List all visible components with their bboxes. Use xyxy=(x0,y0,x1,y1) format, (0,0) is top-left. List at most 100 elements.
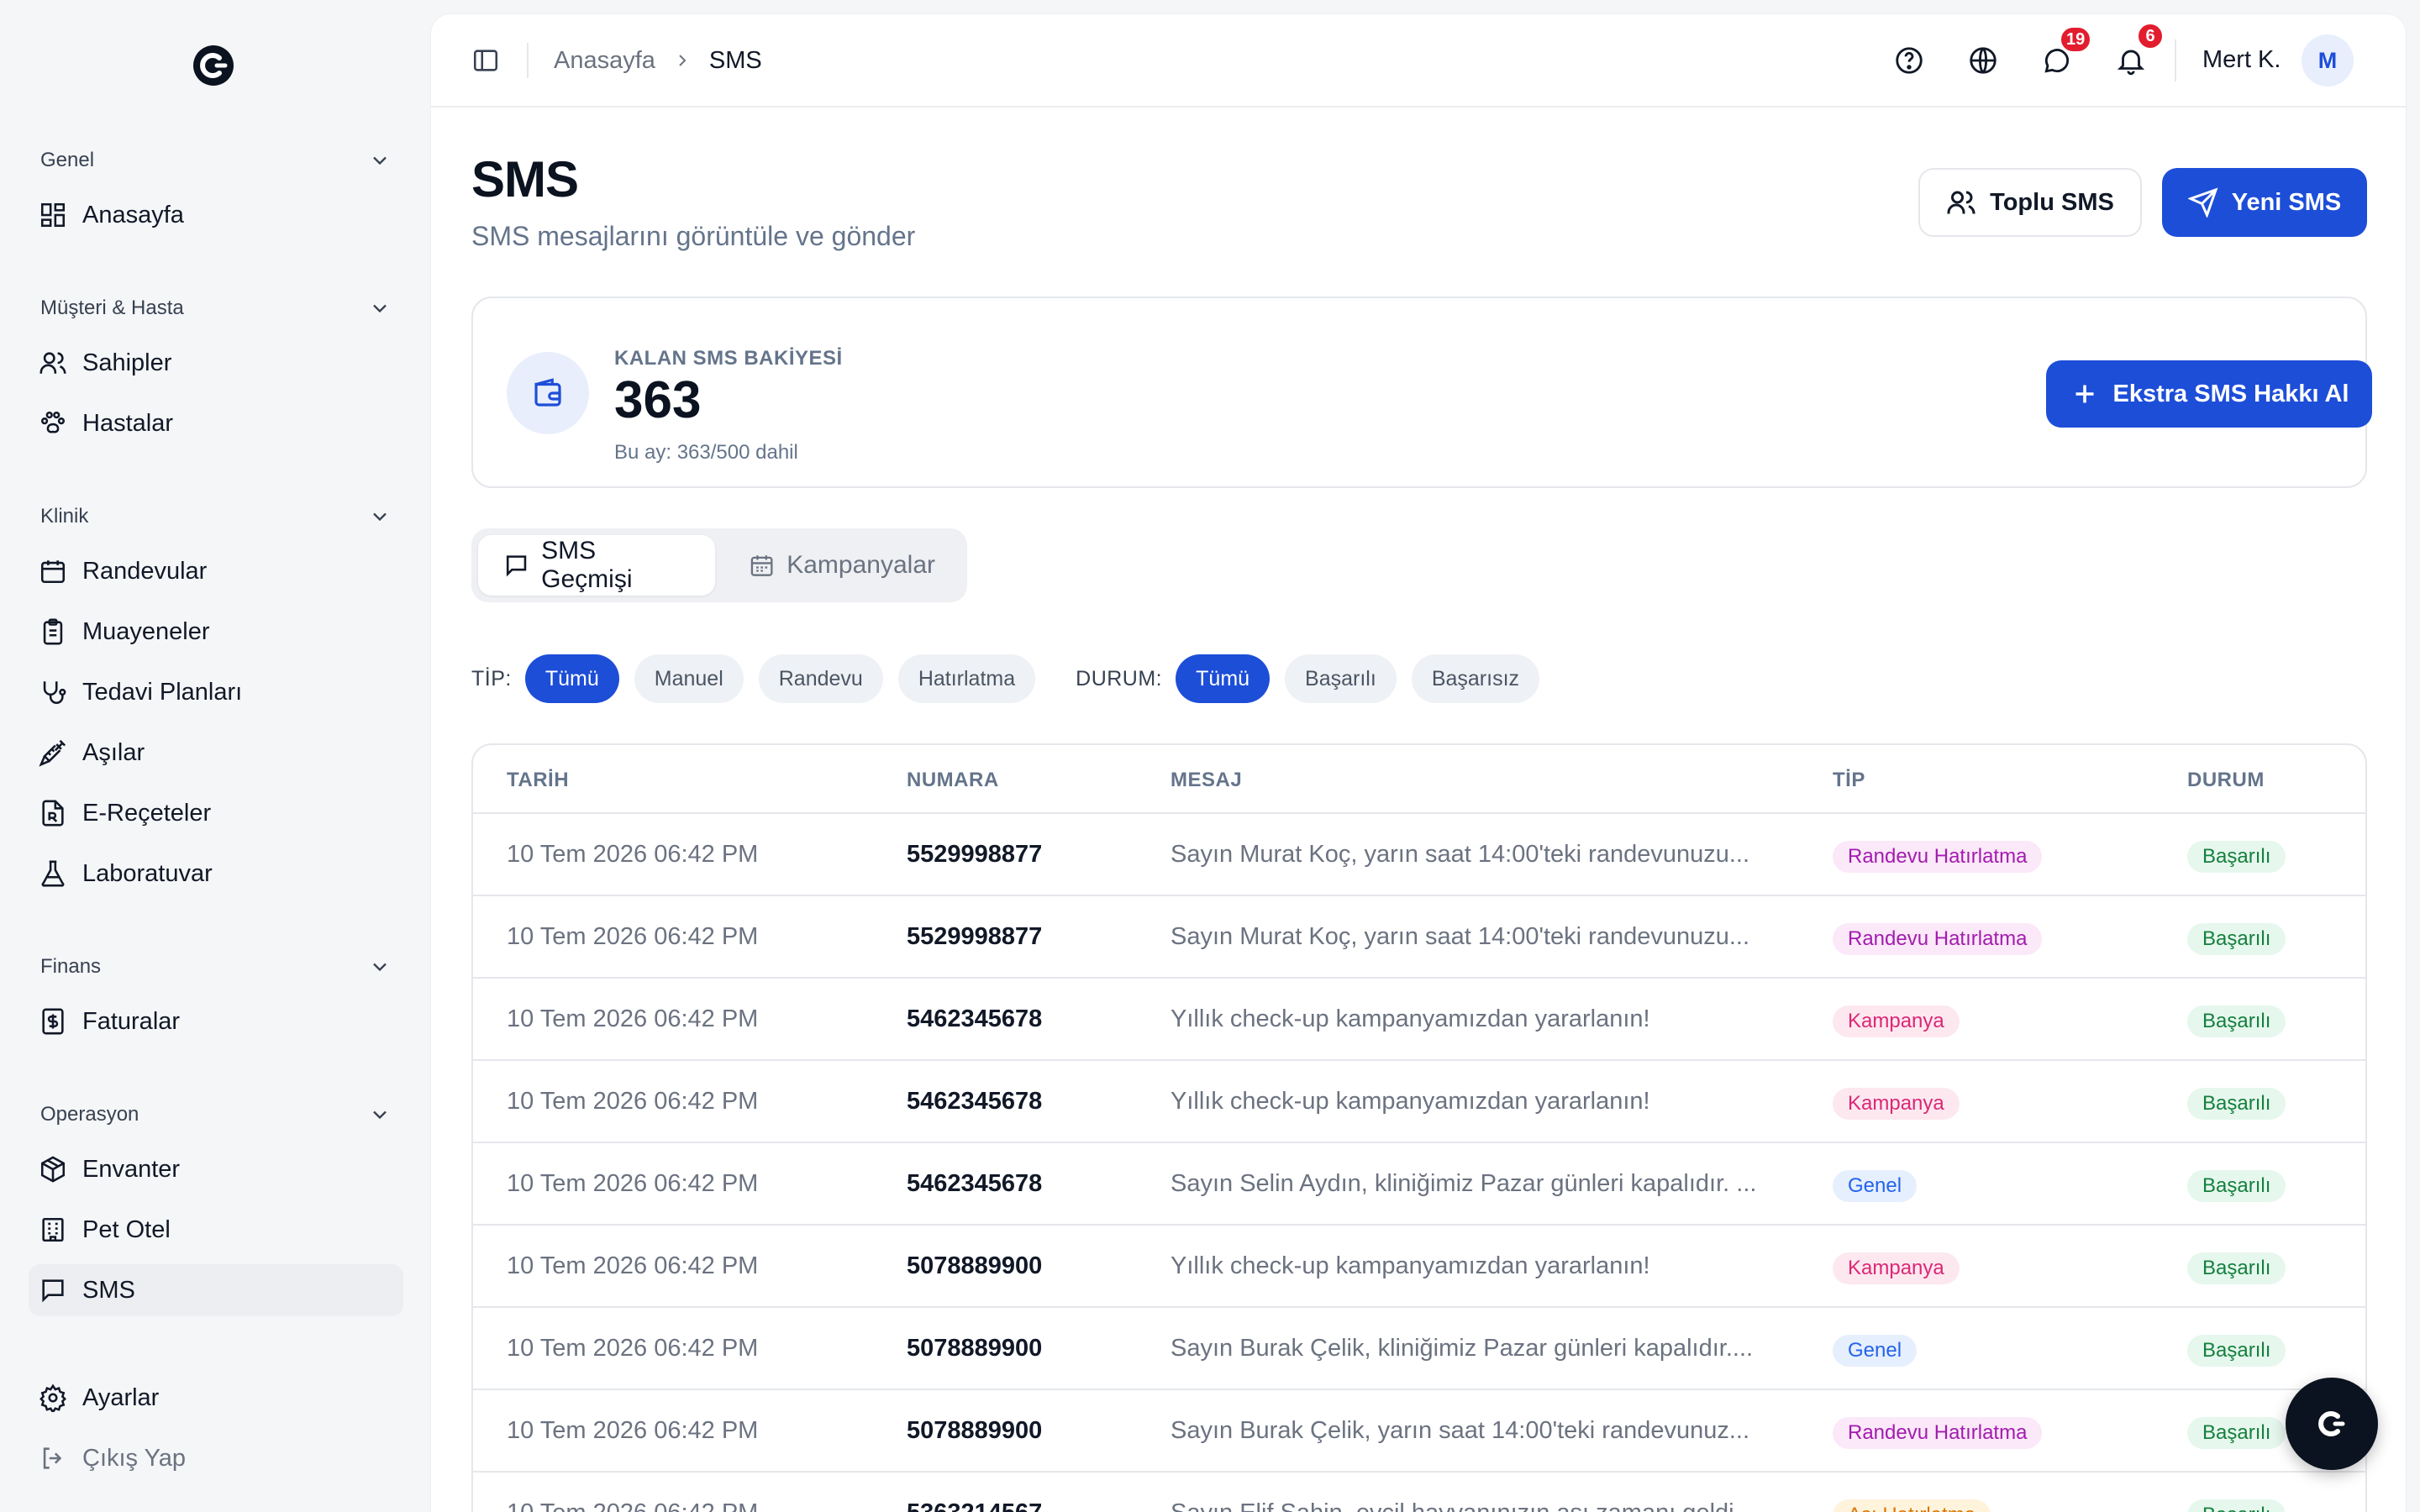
table-row[interactable]: 10 Tem 2026 06:42 PM 5078889900 Sayın Bura… xyxy=(473,1390,2365,1473)
cell-message: Yıllık check-up kampanyamızdan yararlanı… xyxy=(1171,1005,1650,1032)
sidebar-item-asilar[interactable]: Aşılar xyxy=(29,727,403,779)
sidebar-item-tedavi-planlari[interactable]: Tedavi Planları xyxy=(29,666,403,718)
message-icon xyxy=(506,555,527,577)
topbar: Anasayfa SMS 19 6 Mert K. M xyxy=(431,14,2406,108)
chevron-down-icon xyxy=(373,963,387,972)
plus-icon xyxy=(2075,385,2093,403)
section-musteri-hasta[interactable]: Müşteri & Hasta xyxy=(40,291,392,325)
type-filter-chip[interactable]: Tümü xyxy=(524,654,619,703)
status-filter-chip[interactable]: Tümü xyxy=(1176,654,1270,703)
sidebar-item-anasayfa[interactable]: Anasayfa xyxy=(29,189,403,241)
table-row[interactable]: 10 Tem 2026 06:42 PM 5363214567 Sayın Elif… xyxy=(473,1473,2365,1512)
bulk-sms-button[interactable]: Toplu SMS xyxy=(1918,168,2142,237)
sidebar-item-faturalar[interactable]: Faturalar xyxy=(29,995,403,1047)
sidebar-item-muayeneler[interactable]: Muayeneler xyxy=(29,606,403,658)
column-header-status[interactable]: DURUM xyxy=(2187,769,2265,792)
globe-icon[interactable] xyxy=(1967,45,1999,76)
sidebar-item-e-receteler[interactable]: E-Reçeteler xyxy=(29,787,403,839)
status-badge: Başarılı xyxy=(2187,1088,2286,1120)
sms-table: TARİH NUMARA MESAJ TİP DURUM 10 Tem 2026… xyxy=(471,743,2367,1512)
sidebar-item-ayarlar[interactable]: Ayarlar xyxy=(29,1372,403,1424)
cell-number: 5529998877 xyxy=(907,923,1043,950)
type-filter-chip[interactable]: Hatırlatma xyxy=(897,654,1036,703)
table-row[interactable]: 10 Tem 2026 06:42 PM 5462345678 Sayın Seli… xyxy=(473,1143,2365,1226)
page-subtitle: SMS mesajlarını görüntüle ve gönder xyxy=(471,221,916,251)
balance-label: KALAN SMS BAKİYESİ xyxy=(614,347,843,370)
sidebar-item-laboratuvar[interactable]: Laboratuvar xyxy=(29,848,403,900)
new-sms-button[interactable]: Yeni SMS xyxy=(2162,168,2367,237)
cell-date: 10 Tem 2026 06:42 PM xyxy=(507,1417,759,1444)
divider xyxy=(527,43,529,78)
column-header-message[interactable]: MESAJ xyxy=(1171,769,1242,792)
section-title: Finans xyxy=(40,955,102,978)
sidebar-toggle-icon[interactable] xyxy=(471,46,500,75)
buy-extra-sms-button[interactable]: Ekstra SMS Hakkı Al xyxy=(2046,360,2372,428)
page-title: SMS xyxy=(471,151,579,207)
breadcrumb-current: SMS xyxy=(708,46,762,74)
chevron-down-icon xyxy=(373,512,387,522)
table-row[interactable]: 10 Tem 2026 06:42 PM 5462345678 Yıllık che… xyxy=(473,979,2365,1061)
status-filter-chip[interactable]: Başarısız xyxy=(1411,654,1540,703)
sidebar-item-randevular[interactable]: Randevular xyxy=(29,545,403,597)
message-icon xyxy=(42,1279,64,1303)
type-filter-chip[interactable]: Manuel xyxy=(634,654,744,703)
table-row[interactable]: 10 Tem 2026 06:42 PM 5078889900 Sayın Bura… xyxy=(473,1308,2365,1390)
cell-number: 5078889900 xyxy=(907,1252,1043,1279)
help-icon[interactable] xyxy=(1893,45,1925,76)
cell-date: 10 Tem 2026 06:42 PM xyxy=(507,1335,759,1362)
sidebar-item-label: Randevular xyxy=(82,557,208,585)
wallet-icon xyxy=(534,378,561,407)
section-title: Klinik xyxy=(40,505,89,528)
cell-message: Yıllık check-up kampanyamızdan yararlanı… xyxy=(1171,1252,1650,1279)
chevron-down-icon xyxy=(373,156,387,165)
tab-sms-history[interactable]: SMS Geçmişi xyxy=(478,535,715,596)
cell-message: Sayın Elif Şahin, evcil hayvanınızın aşı… xyxy=(1171,1499,1761,1512)
sidebar-item-label: Çıkış Yap xyxy=(82,1444,187,1472)
sidebar-item-hastalar[interactable]: Hastalar xyxy=(29,397,403,449)
breadcrumb-parent[interactable]: Anasayfa xyxy=(554,47,655,75)
tab-label: Kampanyalar xyxy=(786,551,935,579)
column-header-number[interactable]: NUMARA xyxy=(907,769,999,792)
tabs: SMS Geçmişi Kampanyalar xyxy=(471,528,967,602)
sidebar-item-label: Faturalar xyxy=(82,1007,181,1035)
column-header-date[interactable]: TARİH xyxy=(507,769,569,792)
section-klinik[interactable]: Klinik xyxy=(40,500,392,533)
status-filter-label: DURUM: xyxy=(1076,666,1163,690)
table-row[interactable]: 10 Tem 2026 06:42 PM 5078889900 Yıllık che… xyxy=(473,1226,2365,1308)
users-icon xyxy=(39,352,66,374)
column-header-type[interactable]: TİP xyxy=(1833,769,1865,792)
sidebar-item-sms[interactable]: SMS xyxy=(29,1264,403,1316)
cell-number: 5462345678 xyxy=(907,1088,1043,1115)
table-row[interactable]: 10 Tem 2026 06:42 PM 5529998877 Sayın Mura… xyxy=(473,814,2365,896)
divider xyxy=(2175,39,2176,81)
status-filter-chip[interactable]: Başarılı xyxy=(1285,654,1397,703)
calendar-icon xyxy=(40,560,66,584)
avatar[interactable]: M xyxy=(2302,34,2354,87)
notifications-badge: 6 xyxy=(2137,23,2164,50)
assistant-fab-button[interactable] xyxy=(2286,1378,2378,1470)
type-badge: Genel xyxy=(1833,1335,1918,1367)
cell-date: 10 Tem 2026 06:42 PM xyxy=(507,1499,758,1512)
app-logo-icon[interactable] xyxy=(192,44,235,87)
type-filter-chip[interactable]: Randevu xyxy=(758,654,883,703)
tab-campaigns[interactable]: Kampanyalar xyxy=(723,535,960,596)
sidebar-item-envanter[interactable]: Envanter xyxy=(29,1143,403,1195)
sidebar-item-pet-otel[interactable]: Pet Otel xyxy=(29,1204,403,1256)
section-genel[interactable]: Genel xyxy=(40,144,392,177)
cell-message: Sayın Murat Koç, yarın saat 14:00'teki r… xyxy=(1171,841,1750,868)
section-finans[interactable]: Finans xyxy=(40,950,392,984)
breadcrumb: Anasayfa SMS xyxy=(554,43,762,78)
sidebar-item-sahipler[interactable]: Sahipler xyxy=(29,337,403,389)
flask-icon xyxy=(41,860,65,887)
table-row[interactable]: 10 Tem 2026 06:42 PM 5529998877 Sayın Mura… xyxy=(473,896,2365,979)
section-operasyon[interactable]: Operasyon xyxy=(40,1098,392,1131)
bell-icon[interactable] xyxy=(2115,45,2147,76)
table-row[interactable]: 10 Tem 2026 06:42 PM 5462345678 Yıllık che… xyxy=(473,1061,2365,1143)
sidebar-item-label: Aşılar xyxy=(82,738,145,766)
type-badge: Randevu Hatırlatma xyxy=(1833,1417,2043,1449)
sidebar-item-cikis-yap[interactable]: Çıkış Yap xyxy=(29,1432,403,1484)
cell-message: Sayın Selin Aydın, kliniğimiz Pazar günl… xyxy=(1171,1170,1757,1197)
type-badge: Randevu Hatırlatma xyxy=(1833,923,2043,955)
user-name[interactable]: Mert K. xyxy=(2202,46,2281,74)
status-badge: Başarılı xyxy=(2187,923,2286,955)
